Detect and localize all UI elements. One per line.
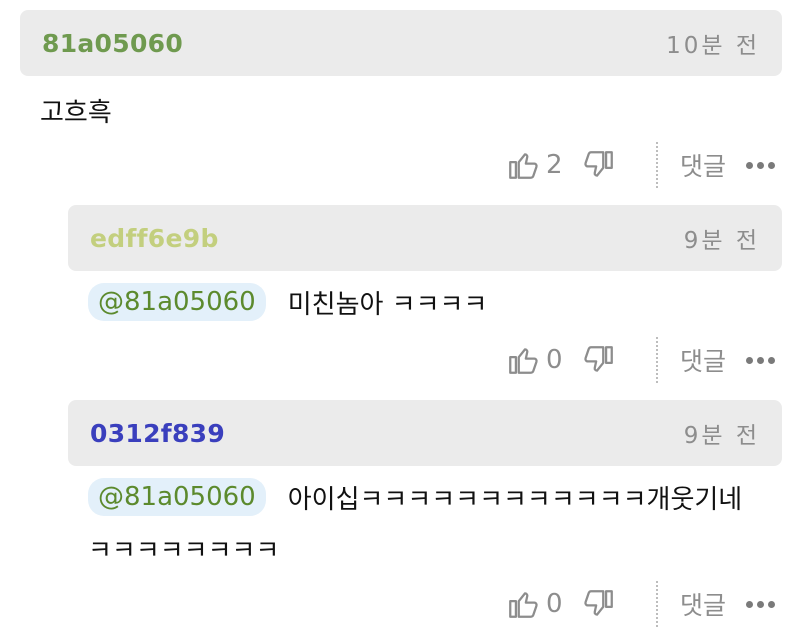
- reply-button[interactable]: 댓글: [680, 342, 726, 378]
- actions-divider: [656, 581, 658, 627]
- mention-tag[interactable]: @81a05060: [88, 478, 266, 516]
- comment-author[interactable]: edff6e9b: [90, 224, 219, 253]
- thumbs-down-icon[interactable]: [582, 587, 616, 621]
- thumbs-up-icon[interactable]: [506, 343, 540, 377]
- thumbs-down-icon[interactable]: [582, 148, 616, 182]
- comment-header: 81a05060 10분 전: [20, 10, 782, 76]
- thumbs-down-icon[interactable]: [582, 343, 616, 377]
- comment-time: 10분 전: [666, 33, 760, 59]
- comment-time: 9분 전: [683, 423, 760, 449]
- comment-header: edff6e9b 9분 전: [68, 205, 782, 271]
- reply-button[interactable]: 댓글: [680, 147, 726, 183]
- comment-actions: 2 댓글: [506, 142, 776, 188]
- comment-text: 미친놈아 ㅋㅋㅋㅋ: [287, 289, 488, 320]
- like-count: 0: [546, 345, 563, 375]
- actions-divider: [656, 337, 658, 383]
- actions-divider: [656, 142, 658, 188]
- like-count: 0: [546, 589, 563, 619]
- more-dots-icon[interactable]: [746, 600, 776, 608]
- comment-actions: 0 댓글: [506, 337, 776, 383]
- mention-tag[interactable]: @81a05060: [88, 283, 266, 321]
- thumbs-up-icon[interactable]: [506, 587, 540, 621]
- comment-header: 0312f839 9분 전: [68, 400, 782, 466]
- comment-actions: 0 댓글: [506, 581, 776, 627]
- more-dots-icon[interactable]: [746, 161, 776, 169]
- comment-text: 아이십ㅋㅋㅋㅋㅋㅋㅋㅋㅋㅋㅋㅋ개웃기네: [287, 484, 743, 515]
- comment-author[interactable]: 0312f839: [90, 419, 225, 448]
- comment-author[interactable]: 81a05060: [42, 29, 183, 58]
- like-count: 2: [546, 150, 563, 180]
- reply-button[interactable]: 댓글: [680, 586, 726, 622]
- reply-content: @81a05060 미친놈아 ㅋㅋㅋㅋ: [88, 283, 487, 321]
- reply-content: @81a05060 아이십ㅋㅋㅋㅋㅋㅋㅋㅋㅋㅋㅋㅋ개웃기네: [88, 478, 742, 516]
- more-dots-icon[interactable]: [746, 356, 776, 364]
- thumbs-up-icon[interactable]: [506, 148, 540, 182]
- comment-thread: 81a05060 10분 전 고흐흑 2 댓글 edff6e9b 9분 전 @8…: [0, 0, 800, 633]
- comment-time: 9분 전: [683, 228, 760, 254]
- comment-text-continued: ㅋㅋㅋㅋㅋㅋㅋㅋ: [88, 536, 280, 566]
- comment-text: 고흐흑: [40, 98, 112, 128]
